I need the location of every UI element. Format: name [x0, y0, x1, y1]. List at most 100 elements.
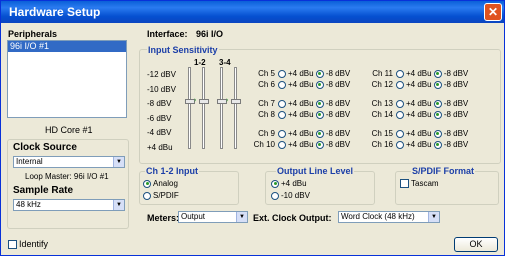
channel-row: Ch 11 +4 dBu -8 dBV [371, 68, 468, 79]
fader-thumb-ch4[interactable] [231, 99, 241, 104]
loop-master-text: Loop Master: 96i I/O #1 [25, 172, 109, 181]
radio-label: -8 dBV [325, 69, 351, 78]
chevron-down-icon: ▼ [236, 212, 247, 222]
radio-label: +4 dBu [406, 140, 432, 149]
close-icon[interactable]: ✕ [484, 3, 502, 21]
tascam-label: Tascam [411, 179, 439, 188]
channel-row: Ch 10 +4 dBu -8 dBV [253, 139, 351, 150]
ext-clock-value: Word Clock (48 kHz) [341, 212, 415, 221]
ok-button[interactable]: OK [454, 237, 498, 252]
radio-label: -8 dBV [325, 110, 351, 119]
sensitivity-scale: -12 dBV -10 dBV -8 dBV -6 dBV -4 dBV +4 … [147, 68, 176, 155]
input-sensitivity-label: Input Sensitivity [147, 45, 219, 55]
radio-plus4[interactable] [396, 99, 404, 108]
radio-spdif[interactable] [143, 191, 151, 200]
radio-minus8[interactable] [433, 69, 442, 78]
channel-label: Ch 13 [371, 99, 393, 108]
radio-plus4[interactable] [278, 140, 286, 149]
meters-select[interactable]: Output ▼ [178, 211, 248, 223]
radio-plus4[interactable] [396, 69, 404, 78]
interface-value: 96i I/O [196, 29, 224, 39]
fader-thumb-ch2[interactable] [199, 99, 209, 104]
sample-rate-value: 48 kHz [16, 200, 41, 209]
channel-row: Ch 13 +4 dBu -8 dBV [371, 98, 469, 109]
radio-output-plus4[interactable] [271, 179, 279, 188]
analog-label: Analog [153, 179, 178, 188]
radio-minus8[interactable] [315, 140, 324, 149]
meters-label: Meters: [147, 213, 180, 223]
output-plus4-label: +4 dBu [281, 179, 307, 188]
sample-rate-select[interactable]: 48 kHz ▼ [13, 199, 125, 211]
scale-tick: -4 dBV [147, 128, 172, 137]
radio-minus8[interactable] [433, 80, 442, 89]
channel-label: Ch 8 [258, 110, 275, 119]
fader-track-ch1[interactable] [188, 67, 191, 149]
output-plus4-option[interactable]: +4 dBu [271, 178, 307, 189]
radio-plus4[interactable] [396, 140, 404, 149]
radio-minus8[interactable] [433, 129, 442, 138]
identify-option[interactable]: Identify [8, 239, 48, 250]
radio-plus4[interactable] [278, 99, 286, 108]
radio-minus8[interactable] [315, 80, 324, 89]
radio-minus8[interactable] [315, 129, 324, 138]
radio-label: -8 dBV [443, 80, 469, 89]
scale-tick: -12 dBV [147, 70, 176, 79]
radio-label: -8 dBV [325, 99, 351, 108]
radio-label: -8 dBV [443, 69, 469, 78]
radio-plus4[interactable] [278, 110, 286, 119]
clock-source-select[interactable]: Internal ▼ [13, 156, 125, 168]
radio-output-minus10[interactable] [271, 191, 279, 200]
radio-plus4[interactable] [278, 80, 286, 89]
radio-plus4[interactable] [278, 69, 286, 78]
channel-label: Ch 12 [371, 80, 393, 89]
chevron-down-icon: ▼ [428, 212, 439, 222]
spdif-label: S/PDIF [153, 191, 179, 200]
radio-plus4[interactable] [396, 110, 404, 119]
radio-label: +4 dBu [288, 80, 314, 89]
channel-label: Ch 15 [371, 129, 393, 138]
output-level-label: Output Line Level [276, 166, 355, 176]
channel-row: Ch 16 +4 dBu -8 dBV [371, 139, 469, 150]
peripheral-item-96i[interactable]: 96i I/O #1 [8, 41, 126, 52]
channel-row: Ch 12 +4 dBu -8 dBV [371, 79, 469, 90]
radio-plus4[interactable] [396, 80, 404, 89]
title-bar[interactable]: Hardware Setup ✕ [1, 1, 504, 23]
col-12-label: 1-2 [194, 58, 206, 67]
radio-analog[interactable] [143, 179, 151, 188]
fader-track-ch3[interactable] [220, 67, 223, 149]
link-icon: › [226, 97, 229, 104]
radio-plus4[interactable] [278, 129, 286, 138]
radio-label: +4 dBu [406, 69, 432, 78]
radio-minus8[interactable] [433, 140, 442, 149]
clock-source-label: Clock Source [13, 142, 77, 153]
radio-plus4[interactable] [396, 129, 404, 138]
radio-minus8[interactable] [433, 99, 442, 108]
analog-option[interactable]: Analog [143, 178, 178, 189]
fader-track-ch4[interactable] [234, 67, 237, 149]
radio-minus8[interactable] [433, 110, 442, 119]
radio-label: -8 dBV [325, 140, 351, 149]
channel-row: Ch 5 +4 dBu -8 dBV [253, 68, 350, 79]
radio-label: +4 dBu [406, 80, 432, 89]
tascam-checkbox[interactable] [400, 179, 409, 189]
channel-label: Ch 6 [258, 80, 275, 89]
fader-track-ch2[interactable] [202, 67, 205, 149]
ext-clock-select[interactable]: Word Clock (48 kHz) ▼ [338, 211, 440, 223]
radio-minus8[interactable] [315, 69, 324, 78]
scale-tick: -8 dBV [147, 99, 172, 108]
radio-label: -8 dBV [325, 80, 351, 89]
radio-label: +4 dBu [288, 129, 314, 138]
spdif-option[interactable]: S/PDIF [143, 190, 179, 201]
tascam-option[interactable]: Tascam [400, 178, 439, 189]
radio-minus8[interactable] [315, 110, 324, 119]
radio-minus8[interactable] [315, 99, 324, 108]
window-title: Hardware Setup [9, 5, 101, 19]
identify-checkbox[interactable] [8, 240, 17, 250]
col-34-label: 3-4 [219, 58, 231, 67]
radio-label: +4 dBu [288, 69, 314, 78]
ext-clock-label: Ext. Clock Output: [253, 213, 332, 223]
peripherals-list[interactable]: 96i I/O #1 [7, 40, 127, 118]
channel-row: Ch 7 +4 dBu -8 dBV [253, 98, 350, 109]
output-minus10-option[interactable]: -10 dBV [271, 190, 310, 201]
meters-value: Output [181, 212, 206, 221]
